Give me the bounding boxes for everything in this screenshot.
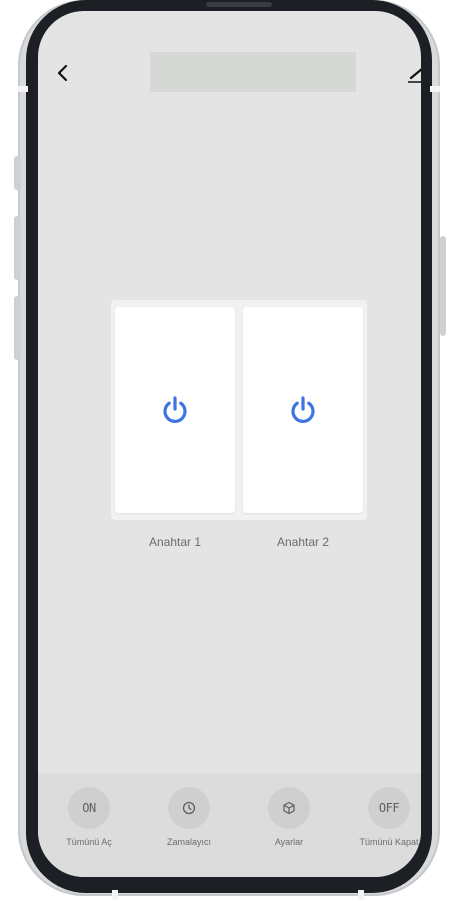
app-screen: Anahtar 1 Anahtar 2 ON Tümünü Aç Zamalay… [38, 11, 421, 877]
volume-down-button [14, 296, 21, 360]
settings-button[interactable]: Ayarlar [249, 787, 329, 847]
all-on-button[interactable]: ON Tümünü Aç [49, 787, 129, 847]
device-title [150, 52, 356, 92]
antenna-band [112, 890, 118, 900]
mute-switch [14, 156, 21, 190]
antenna-band [18, 86, 28, 92]
back-button[interactable] [52, 61, 72, 85]
clock-icon [182, 801, 196, 815]
all-off-button[interactable]: OFF Tümünü Kapat [349, 787, 421, 847]
switch-2-label: Anahtar 2 [276, 535, 330, 549]
switch-2-button[interactable] [243, 307, 363, 513]
power-icon [163, 396, 187, 423]
switch-panel [111, 300, 367, 520]
power-icon [291, 396, 315, 423]
antenna-band [358, 890, 364, 900]
settings-label: Ayarlar [274, 837, 304, 847]
on-icon: ON [68, 787, 110, 829]
off-icon: OFF [368, 787, 410, 829]
chevron-left-icon [57, 64, 68, 82]
cube-icon [283, 801, 295, 815]
volume-up-button [14, 216, 21, 280]
power-side-button [440, 236, 446, 336]
switch-1-label: Anahtar 1 [148, 535, 202, 549]
timer-label: Zamalayıcı [166, 837, 211, 847]
switch-1-button[interactable] [115, 307, 235, 513]
all-off-label: Tümünü Kapat [359, 837, 419, 847]
speaker-grill [206, 2, 272, 7]
antenna-band [430, 86, 440, 92]
pencil-icon [408, 68, 421, 83]
edit-button[interactable] [404, 63, 421, 85]
timer-icon-circle [168, 787, 210, 829]
bottom-action-bar: ON Tümünü Aç Zamalayıcı Ayarlar OFF Tümü… [38, 773, 421, 877]
all-on-label: Tümünü Aç [66, 837, 112, 847]
timer-button[interactable]: Zamalayıcı [149, 787, 229, 847]
settings-icon-circle [268, 787, 310, 829]
